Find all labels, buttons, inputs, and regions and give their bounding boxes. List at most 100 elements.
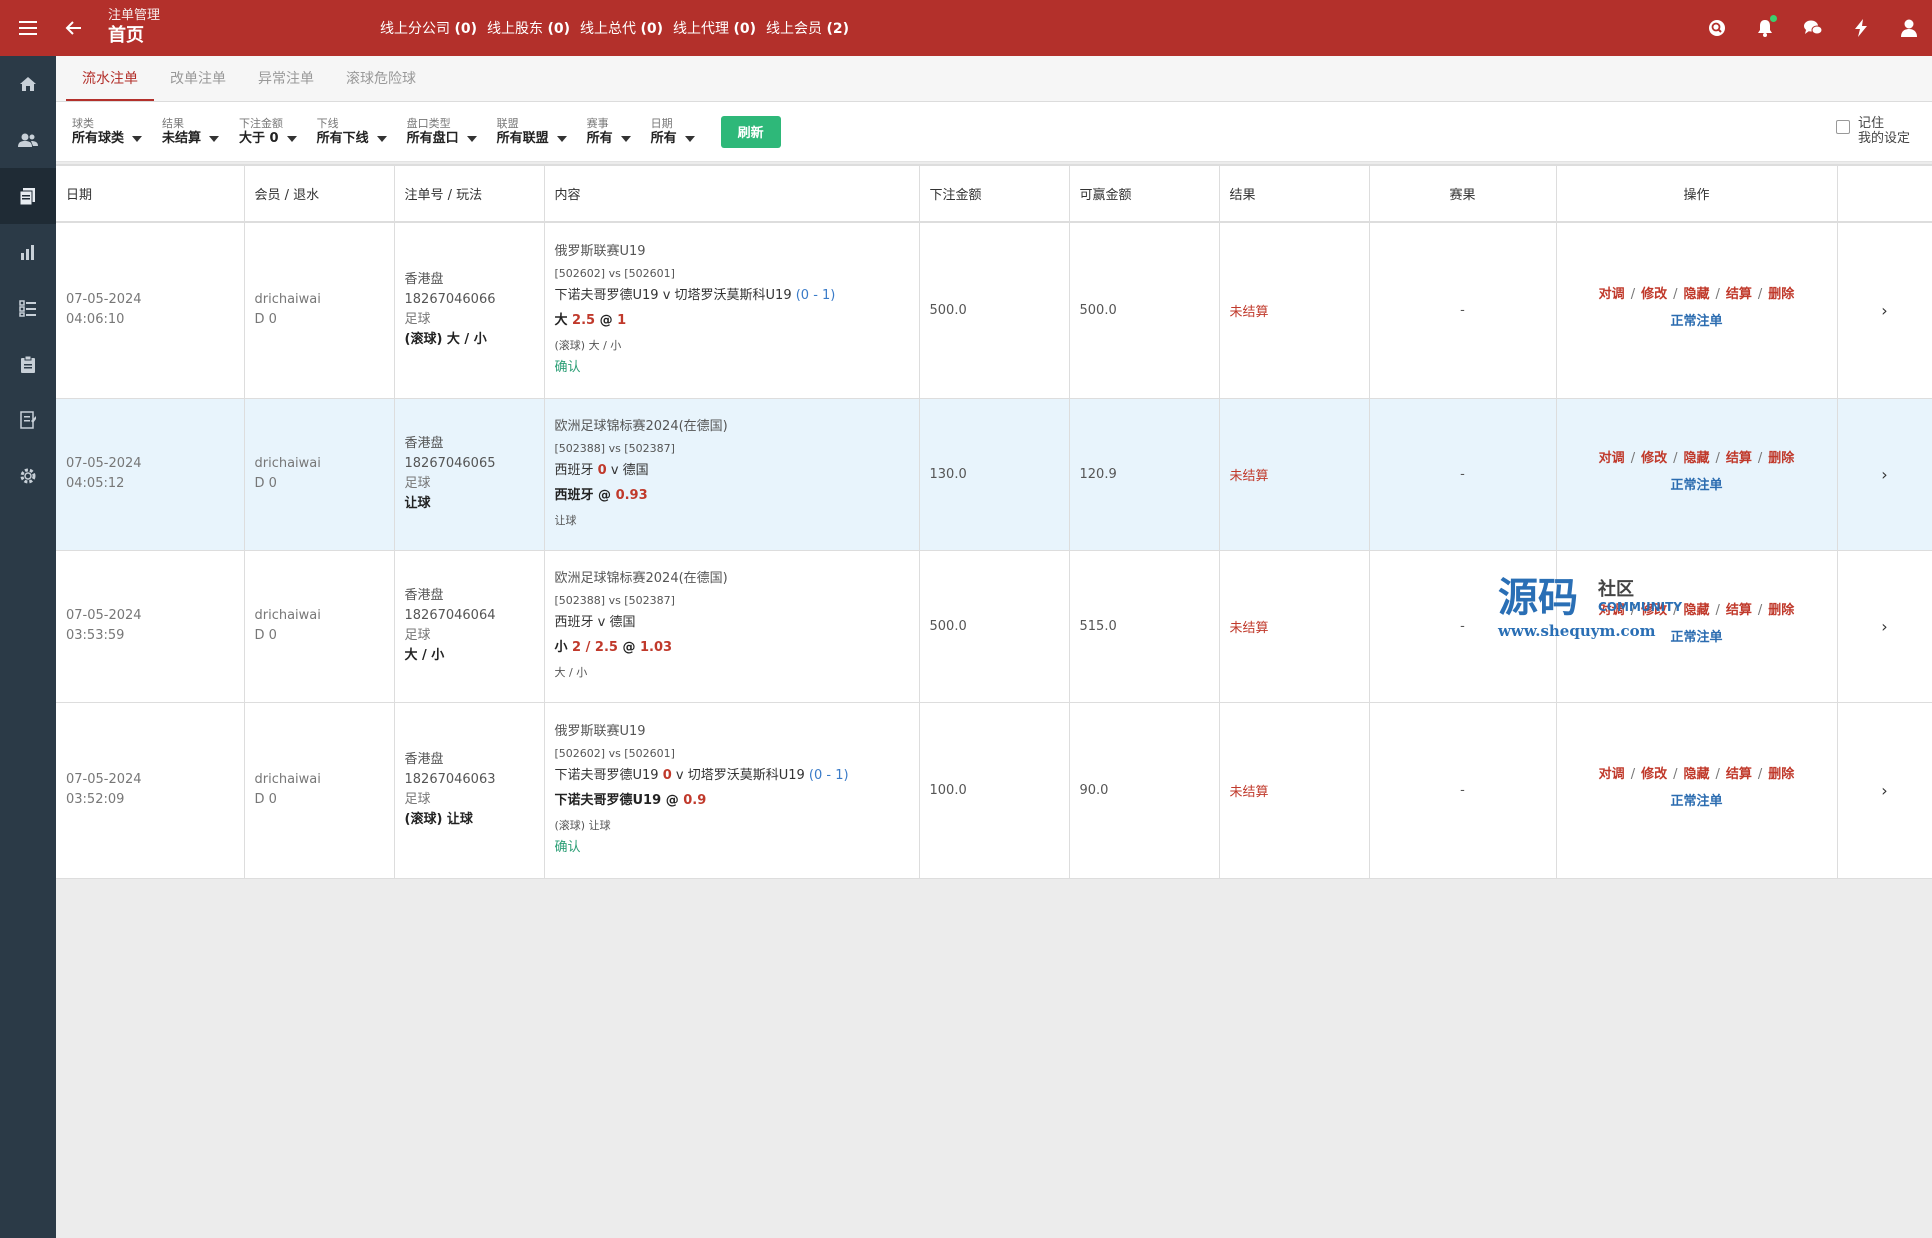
swap-button[interactable]: 对调	[1599, 603, 1625, 618]
notification-dot	[1770, 15, 1777, 22]
online-shareholder[interactable]: 线上股东 (0)	[487, 18, 570, 38]
filter-league[interactable]: 联盟 所有联盟	[497, 117, 567, 147]
table-row: 07-05-2024 04:05:12 drichaiwai D 0 香港盘 182…	[56, 398, 1932, 551]
col-header-win[interactable]: 可赢金额	[1069, 166, 1220, 223]
tab-bar: 流水注单 改单注单 异常注单 滚球危险球	[56, 56, 1932, 102]
filter-date[interactable]: 日期 所有	[651, 117, 695, 147]
delete-button[interactable]: 删除	[1768, 287, 1794, 302]
result-status: 未结算	[1219, 702, 1370, 879]
hide-button[interactable]: 隐藏	[1683, 767, 1709, 782]
chevron-down-icon	[684, 135, 695, 142]
swap-button[interactable]: 对调	[1599, 767, 1625, 782]
edit-button[interactable]: 修改	[1641, 287, 1667, 302]
sidebar-item-settings[interactable]	[0, 448, 56, 504]
home-icon	[20, 77, 36, 91]
delete-button[interactable]: 删除	[1768, 603, 1794, 618]
tab-inplay-danger[interactable]: 滚球危险球	[330, 55, 432, 101]
sidebar-item-list[interactable]	[0, 280, 56, 336]
menu-icon[interactable]	[0, 0, 56, 56]
settle-button[interactable]: 结算	[1726, 287, 1752, 302]
tab-abnormal-bets[interactable]: 异常注单	[242, 55, 330, 101]
col-header-bet-no[interactable]: 注单号 / 玩法	[394, 166, 545, 223]
chevron-down-icon	[620, 135, 631, 142]
chat-icon[interactable]	[1802, 17, 1824, 39]
chevron-right-icon[interactable]: ›	[1837, 222, 1932, 399]
bell-icon[interactable]	[1754, 15, 1777, 39]
chevron-down-icon	[286, 135, 297, 142]
tab-modified-bets[interactable]: 改单注单	[154, 55, 242, 101]
online-counts: 线上分公司 (0) 线上股东 (0) 线上总代 (0) 线上代理 (0) 线上会…	[380, 18, 849, 38]
sidebar-item-charts[interactable]	[0, 224, 56, 280]
filter-sport[interactable]: 球类 所有球类	[72, 117, 143, 147]
edit-button[interactable]: 修改	[1641, 603, 1667, 618]
page-title-block: 注单管理 首页	[108, 8, 328, 48]
edit-button[interactable]: 修改	[1641, 451, 1667, 466]
main-content: 流水注单 改单注单 异常注单 滚球危险球 球类 所有球类 结果 未结算 下注金额…	[56, 56, 1932, 1238]
col-header-content[interactable]: 内容	[544, 166, 920, 223]
hide-button[interactable]: 隐藏	[1683, 451, 1709, 466]
table-row: 07-05-2024 03:53:59 drichaiwai D 0 香港盘 182…	[56, 550, 1932, 703]
settle-button[interactable]: 结算	[1726, 451, 1752, 466]
chevron-right-icon[interactable]: ›	[1837, 550, 1932, 703]
col-header-expand	[1837, 166, 1932, 223]
sidebar-item-documents[interactable]	[0, 168, 56, 224]
remember-settings: 记住 我的设定	[1835, 116, 1910, 146]
filter-market-type[interactable]: 盘口类型 所有盘口	[407, 117, 477, 147]
col-header-date[interactable]: 日期	[56, 166, 245, 223]
chevron-down-icon	[209, 135, 220, 142]
swap-button[interactable]: 对调	[1599, 451, 1625, 466]
online-general-agent[interactable]: 线上总代 (0)	[580, 18, 663, 38]
bolt-icon[interactable]	[1850, 17, 1872, 39]
bets-table: 日期 会员 / 退水 注单号 / 玩法 内容 下注金额 可赢金额 结果 赛果 操…	[56, 164, 1932, 879]
back-arrow-icon[interactable]	[56, 0, 92, 56]
result-status: 未结算	[1219, 222, 1370, 399]
tab-ledger-bets[interactable]: 流水注单	[66, 55, 154, 101]
delete-button[interactable]: 删除	[1768, 451, 1794, 466]
col-header-member[interactable]: 会员 / 退水	[244, 166, 395, 223]
filter-result[interactable]: 结果 未结算	[162, 117, 220, 147]
search-icon[interactable]	[1706, 17, 1728, 39]
refresh-button[interactable]: 刷新	[720, 115, 781, 148]
page-title: 首页	[108, 25, 144, 46]
filter-bet-amount[interactable]: 下注金额 大于 0	[239, 117, 297, 147]
top-bar: 注单管理 首页 线上分公司 (0) 线上股东 (0) 线上总代 (0) 线上代理…	[0, 0, 1932, 56]
chevron-down-icon	[556, 135, 567, 142]
normal-bet-link[interactable]: 正常注单	[1557, 787, 1837, 817]
confirm-status: 确认	[554, 360, 581, 376]
chart-icon	[21, 245, 34, 260]
chevron-down-icon	[466, 135, 477, 142]
hide-button[interactable]: 隐藏	[1683, 287, 1709, 302]
normal-bet-link[interactable]: 正常注单	[1557, 623, 1837, 653]
filter-downline[interactable]: 下线 所有下线	[317, 117, 387, 147]
online-branch[interactable]: 线上分公司 (0)	[380, 18, 477, 38]
clipboard-icon	[21, 355, 35, 373]
col-header-match-result[interactable]: 赛果	[1369, 166, 1557, 223]
normal-bet-link[interactable]: 正常注单	[1557, 307, 1837, 337]
confirm-status: 确认	[554, 840, 581, 855]
users-icon	[18, 133, 38, 147]
online-agent[interactable]: 线上代理 (0)	[673, 18, 756, 38]
hide-button[interactable]: 隐藏	[1683, 603, 1709, 618]
normal-bet-link[interactable]: 正常注单	[1557, 471, 1837, 501]
filter-event[interactable]: 赛事 所有	[587, 117, 631, 147]
chevron-down-icon	[376, 135, 387, 142]
delete-button[interactable]: 删除	[1768, 767, 1794, 782]
edit-button[interactable]: 修改	[1641, 767, 1667, 782]
sidebar-item-home[interactable]	[0, 56, 56, 112]
settle-button[interactable]: 结算	[1726, 767, 1752, 782]
col-header-actions: 操作	[1556, 166, 1838, 223]
result-status: 未结算	[1219, 550, 1370, 703]
settle-button[interactable]: 结算	[1726, 603, 1752, 618]
col-header-amount[interactable]: 下注金额	[919, 166, 1070, 223]
chevron-right-icon[interactable]: ›	[1837, 398, 1932, 551]
swap-button[interactable]: 对调	[1599, 287, 1625, 302]
chevron-right-icon[interactable]: ›	[1837, 702, 1932, 879]
sidebar-item-users[interactable]	[0, 112, 56, 168]
table-row: 07-05-2024 04:06:10 drichaiwai D 0 香港盘 182…	[56, 222, 1932, 399]
sidebar-item-report[interactable]	[0, 392, 56, 448]
online-member[interactable]: 线上会员 (2)	[766, 18, 849, 38]
col-header-result[interactable]: 结果	[1219, 166, 1370, 223]
remember-checkbox[interactable]	[1835, 120, 1850, 134]
user-icon[interactable]	[1898, 17, 1920, 39]
sidebar-item-clipboard[interactable]	[0, 336, 56, 392]
